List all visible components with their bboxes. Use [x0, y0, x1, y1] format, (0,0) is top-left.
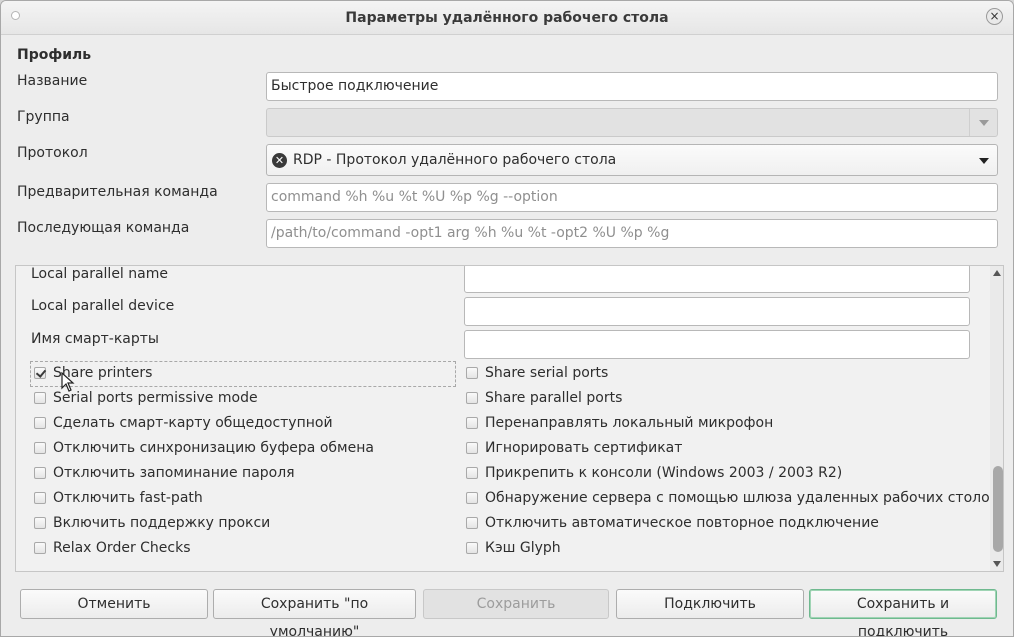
checkbox-label: Включить поддержку прокси	[53, 515, 271, 531]
pre-command-input[interactable]: command %h %u %t %U %p %g --option	[266, 183, 998, 212]
checkbox-label: Кэш Glyph	[485, 540, 561, 556]
chevron-down-icon	[979, 120, 989, 126]
checkbox-ignore-certificate[interactable]: Игнорировать сертификат	[466, 440, 682, 456]
checkbox-icon	[466, 517, 478, 529]
local-parallel-name-input[interactable]	[464, 266, 970, 293]
checkbox-label: Отключить fast-path	[53, 490, 203, 506]
vertical-scrollbar[interactable]	[990, 266, 1003, 571]
checkbox-disable-auto-reconnect[interactable]: Отключить автоматическое повторное подкл…	[466, 515, 879, 531]
title-bar: Параметры удалённого рабочего стола ×	[1, 1, 1013, 35]
scroll-up-icon[interactable]	[993, 270, 1001, 276]
checkbox-share-serial-ports[interactable]: Share serial ports	[466, 365, 608, 381]
checkbox-icon	[466, 492, 478, 504]
checkbox-label: Перенаправлять локальный микрофон	[485, 415, 774, 431]
checkbox-disable-password-storing[interactable]: Отключить запоминание пароля	[34, 465, 295, 481]
checkbox-label: Отключить запоминание пароля	[53, 465, 295, 481]
checkbox-glyph-cache[interactable]: Кэш Glyph	[466, 540, 561, 556]
checkbox-serial-permissive[interactable]: Serial ports permissive mode	[34, 390, 258, 406]
checkbox-gateway-discovery[interactable]: Обнаружение сервера с помощью шлюза удал…	[466, 490, 998, 506]
save-button: Сохранить	[423, 589, 609, 619]
checkbox-icon	[466, 417, 478, 429]
smartcard-name-label: Имя смарт-карты	[31, 331, 159, 347]
checkbox-label: Relax Order Checks	[53, 540, 191, 556]
checkbox-icon	[466, 392, 478, 404]
checkbox-label: Игнорировать сертификат	[485, 440, 683, 456]
protocol-label: Протокол	[17, 145, 88, 161]
profile-heading: Профиль	[17, 47, 92, 63]
scroll-down-icon[interactable]	[993, 561, 1001, 567]
group-label: Группа	[17, 109, 70, 125]
checkbox-share-printers[interactable]: Share printers	[34, 365, 152, 381]
checkbox-share-parallel-ports[interactable]: Share parallel ports	[466, 390, 622, 406]
checkbox-icon	[34, 417, 46, 429]
checkbox-icon	[34, 517, 46, 529]
checkbox-enable-proxy[interactable]: Включить поддержку прокси	[34, 515, 270, 531]
name-input[interactable]: Быстрое подключение	[266, 72, 998, 101]
checkbox-icon	[34, 492, 46, 504]
cancel-button[interactable]: Отменить	[20, 589, 208, 619]
checkbox-label: Обнаружение сервера с помощью шлюза удал…	[485, 490, 998, 506]
checkbox-label: Отключить синхронизацию буфера обмена	[53, 440, 374, 456]
checkbox-label: Share parallel ports	[485, 390, 623, 406]
save-as-default-button[interactable]: Сохранить "по умолчанию"	[213, 589, 416, 636]
checkbox-label: Отключить автоматическое повторное подкл…	[485, 515, 879, 531]
checkbox-icon	[466, 542, 478, 554]
pre-command-label: Предварительная команда	[17, 184, 218, 200]
checkbox-icon	[466, 442, 478, 454]
checkbox-disable-fast-path[interactable]: Отключить fast-path	[34, 490, 203, 506]
checkbox-checked-icon	[34, 367, 46, 379]
name-label: Название	[17, 73, 88, 89]
protocol-value: RDP - Протокол удалённого рабочего стола	[293, 152, 617, 168]
checkbox-icon	[34, 442, 46, 454]
post-command-label: Последующая команда	[17, 220, 190, 236]
checkbox-label: Прикрепить к консоли (Windows 2003 / 200…	[485, 465, 843, 481]
checkbox-label: Serial ports permissive mode	[53, 390, 258, 406]
save-and-connect-button[interactable]: Сохранить и подключить	[809, 589, 997, 636]
advanced-settings-scroll-area[interactable]: Local parallel name Local parallel devic…	[15, 265, 1004, 572]
protocol-combo[interactable]: ✕ RDP - Протокол удалённого рабочего сто…	[266, 144, 998, 176]
local-parallel-device-label: Local parallel device	[31, 298, 175, 314]
local-parallel-name-label: Local parallel name	[31, 266, 168, 282]
remote-desktop-preferences-window: Параметры удалённого рабочего стола × Пр…	[0, 0, 1014, 637]
checkbox-icon	[34, 467, 46, 479]
checkbox-icon	[466, 467, 478, 479]
checkbox-share-smartcard[interactable]: Сделать смарт-карту общедоступной	[34, 415, 333, 431]
window-title: Параметры удалённого рабочего стола	[345, 10, 669, 26]
checkbox-icon	[466, 367, 478, 379]
close-icon[interactable]: ×	[986, 8, 1003, 25]
checkbox-icon	[34, 392, 46, 404]
connect-button[interactable]: Подключить	[616, 589, 804, 619]
scrollbar-thumb[interactable]	[993, 466, 1003, 552]
smartcard-name-input[interactable]	[464, 330, 970, 359]
checkbox-redirect-microphone[interactable]: Перенаправлять локальный микрофон	[466, 415, 773, 431]
rdp-protocol-icon: ✕	[272, 153, 287, 168]
post-command-input[interactable]: /path/to/command -opt1 arg %h %u %t -opt…	[266, 219, 998, 248]
checkbox-icon	[34, 542, 46, 554]
local-parallel-device-input[interactable]	[464, 297, 970, 326]
chevron-down-icon	[979, 158, 989, 164]
checkbox-label: Сделать смарт-карту общедоступной	[53, 415, 333, 431]
checkbox-label: Share serial ports	[485, 365, 609, 381]
group-combo-arrow	[969, 109, 997, 136]
group-combo	[266, 108, 998, 137]
checkbox-disable-clipboard-sync[interactable]: Отключить синхронизацию буфера обмена	[34, 440, 374, 456]
checkbox-attach-console[interactable]: Прикрепить к консоли (Windows 2003 / 200…	[466, 465, 842, 481]
checkbox-relax-order-checks[interactable]: Relax Order Checks	[34, 540, 191, 556]
